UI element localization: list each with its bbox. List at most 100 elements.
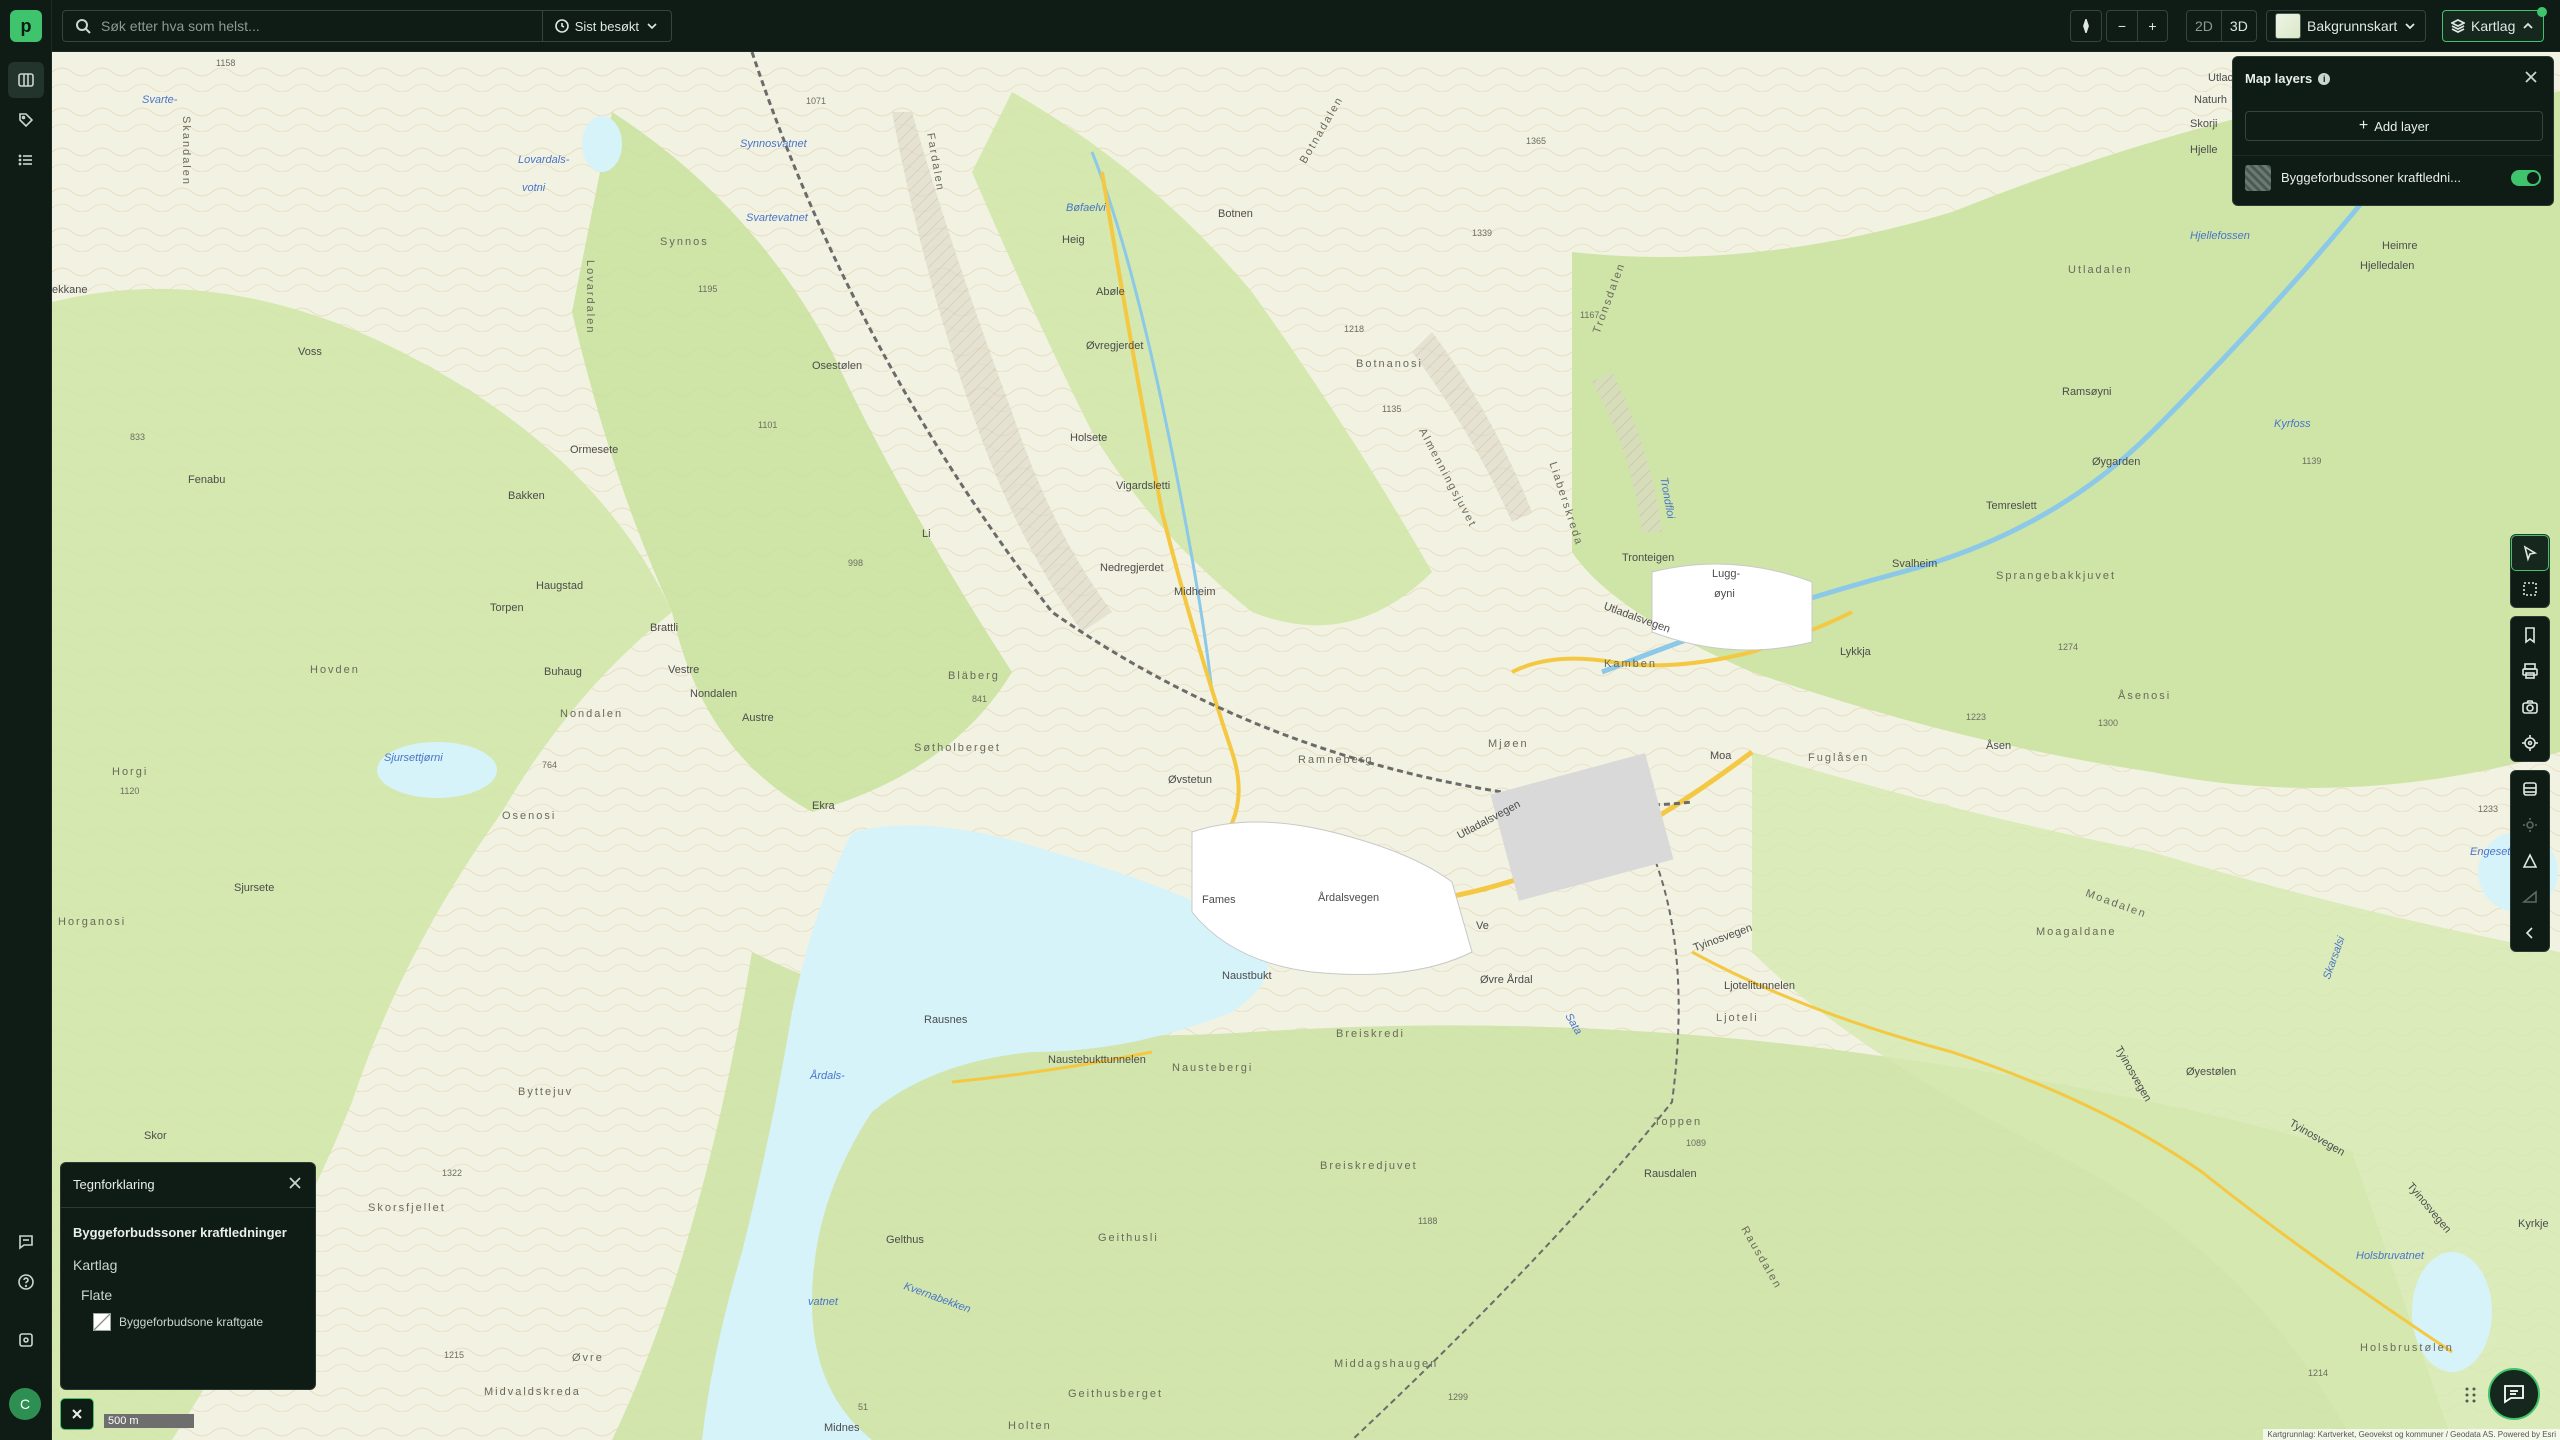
- measure-tool[interactable]: [2511, 843, 2549, 879]
- chat-button[interactable]: [2488, 1368, 2540, 1420]
- locate-tool[interactable]: [2511, 725, 2549, 761]
- place-label: Ekra: [812, 800, 835, 812]
- place-label: Bakken: [508, 490, 545, 502]
- database-icon: [2523, 782, 2537, 796]
- top-bar: Sist besøkt − + 2D 3D Bakgrunnskart: [52, 0, 2560, 52]
- help-button[interactable]: [8, 1264, 44, 1300]
- layers-button[interactable]: Kartlag: [2443, 11, 2543, 41]
- tool-group-select: [2510, 534, 2550, 608]
- spot-height: 1071: [806, 96, 827, 106]
- close-legend-button[interactable]: [287, 1175, 303, 1196]
- layer-visibility-toggle[interactable]: [2511, 169, 2541, 186]
- rectangle-select-tool[interactable]: [2511, 571, 2549, 607]
- view-3d-button[interactable]: 3D: [2220, 11, 2256, 41]
- legend-group: Kartlag: [73, 1257, 118, 1273]
- close-layers-button[interactable]: [2523, 69, 2541, 87]
- add-layer-button[interactable]: + Add layer: [2245, 111, 2543, 141]
- place-label: Botnen: [1218, 208, 1253, 220]
- info-icon[interactable]: i: [2318, 72, 2331, 85]
- zoom-out-button[interactable]: −: [2107, 11, 2137, 41]
- place-label: Brattli: [650, 622, 679, 634]
- slope-icon: [2521, 890, 2537, 903]
- place-label: Kamben: [1604, 658, 1657, 670]
- user-avatar[interactable]: C: [9, 1388, 41, 1420]
- place-label: Lugg-: [1712, 568, 1741, 580]
- layers-toggle[interactable]: Kartlag: [2442, 7, 2548, 42]
- chevron-down-icon: [2405, 23, 2415, 30]
- scale-bar: 500 m: [104, 1414, 194, 1428]
- spot-height: 833: [130, 432, 146, 442]
- place-label: Fames: [1202, 894, 1236, 906]
- cursor-icon: [2523, 545, 2538, 562]
- map-canvas[interactable]: Svarte- Skandalen Lovardals- votni Synno…: [52, 52, 2560, 1440]
- search-box: Sist besøkt: [62, 10, 672, 42]
- spot-height: 1139: [2302, 456, 2322, 466]
- zoom-in-button[interactable]: +: [2137, 11, 2167, 41]
- compass-button[interactable]: [2071, 11, 2101, 41]
- place-label: Horgi: [112, 766, 149, 778]
- basemap-selector[interactable]: Bakgrunnskart: [2266, 10, 2427, 42]
- place-label: Skorji: [2190, 118, 2218, 130]
- place-label: Årdals-: [810, 1070, 845, 1082]
- tags-button[interactable]: [8, 102, 44, 138]
- basemap-label: Bakgrunnskart: [2307, 18, 2398, 34]
- app-logo[interactable]: p: [10, 10, 42, 42]
- spot-height: 1158: [216, 58, 236, 68]
- basemap-button[interactable]: Bakgrunnskart: [2267, 11, 2425, 41]
- place-label: Søtholberget: [914, 742, 1001, 754]
- rectangle-select-icon: [2523, 582, 2537, 596]
- place-label: øyni: [1714, 588, 1735, 600]
- spot-height: 1218: [1344, 324, 1365, 334]
- sun-tool[interactable]: [2511, 807, 2549, 843]
- place-label: Holsbruvatnet: [2356, 1250, 2424, 1262]
- place-label: Moagaldane: [2036, 926, 2117, 938]
- place-label: Ljotelitunnelen: [1724, 980, 1795, 992]
- drag-handle-icon[interactable]: [2464, 1386, 2478, 1404]
- legend-layer-name: Byggeforbudssoner kraftledninger: [73, 1225, 287, 1240]
- recent-visits-dropdown[interactable]: Sist besøkt: [541, 11, 671, 41]
- legend-toggle-button[interactable]: [60, 1398, 94, 1430]
- select-tool[interactable]: [2511, 535, 2549, 571]
- map-panels-button[interactable]: [8, 62, 44, 98]
- layer-row[interactable]: Byggeforbudssoner kraftledni...: [2233, 155, 2553, 199]
- print-tool[interactable]: [2511, 653, 2549, 689]
- spot-height: 1322: [442, 1168, 463, 1178]
- spot-height: 1135: [1382, 404, 1402, 414]
- place-label: Skandalen: [180, 116, 192, 186]
- spot-height: 1188: [1418, 1216, 1438, 1226]
- place-label: Fuglåsen: [1808, 752, 1870, 764]
- view-2d-button[interactable]: 2D: [2187, 11, 2221, 41]
- spot-height: 1233: [2478, 804, 2499, 814]
- place-label: Vestre: [668, 664, 700, 676]
- place-label: Lykkja: [1840, 646, 1871, 658]
- place-label: Ljoteli: [1716, 1012, 1759, 1024]
- compass-group: [2070, 10, 2102, 42]
- place-label: Mjøen: [1488, 738, 1529, 750]
- bookmark-tool[interactable]: [2511, 617, 2549, 653]
- basemap-thumbnail: [2275, 13, 2301, 39]
- place-label: Synnosvatnet: [740, 138, 807, 150]
- collapse-tools-button[interactable]: [2511, 915, 2549, 951]
- place-label: Øygarden: [2092, 456, 2141, 468]
- settings-button[interactable]: [8, 1322, 44, 1358]
- place-label: Heig: [1062, 234, 1085, 246]
- screenshot-tool[interactable]: [2511, 689, 2549, 725]
- list-button[interactable]: [8, 142, 44, 178]
- place-label: Nondalen: [560, 708, 624, 720]
- place-label: Nedregjerdet: [1100, 562, 1164, 574]
- data-tool[interactable]: [2511, 771, 2549, 807]
- spot-height: 841: [972, 694, 988, 704]
- place-label: Øvstetun: [1168, 774, 1213, 786]
- place-label: Haugstad: [536, 580, 584, 592]
- spot-height: 1300: [2098, 718, 2119, 728]
- place-label: Holten: [1008, 1420, 1052, 1432]
- search-input[interactable]: [101, 18, 542, 34]
- slope-tool[interactable]: [2511, 879, 2549, 915]
- spot-height: 1195: [698, 284, 718, 294]
- feedback-button[interactable]: [8, 1224, 44, 1260]
- spot-height: 51: [858, 1402, 869, 1412]
- place-label: Lovardals-: [518, 154, 570, 166]
- place-label: Bläberg: [948, 670, 1000, 682]
- settings-icon: [19, 1333, 33, 1347]
- place-label: Øyestølen: [2186, 1066, 2237, 1078]
